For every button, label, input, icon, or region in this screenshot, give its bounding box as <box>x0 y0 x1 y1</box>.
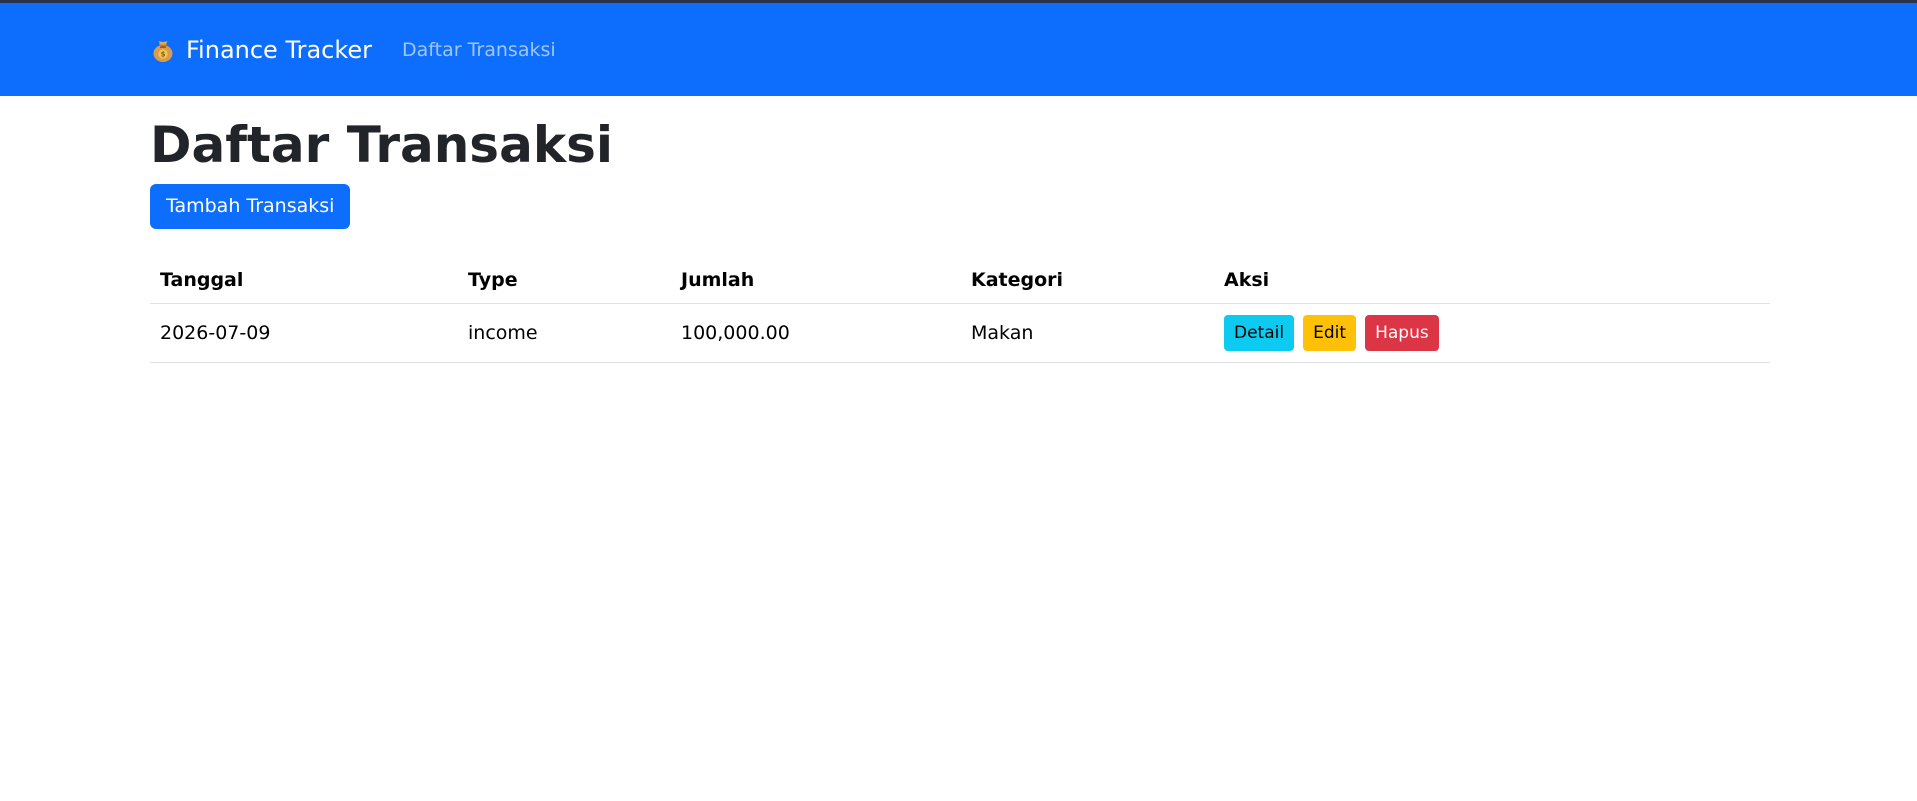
brand-label: Finance Tracker <box>186 35 373 64</box>
transactions-table: Tanggal Type Jumlah Kategori Aksi 2026-0… <box>150 256 1770 363</box>
cell-type: income <box>458 303 671 363</box>
table-header-row: Tanggal Type Jumlah Kategori Aksi <box>150 256 1770 304</box>
header-jumlah: Jumlah <box>671 256 961 304</box>
page-title: Daftar Transaksi <box>150 116 613 174</box>
navbar: $ Finance Tracker Daftar Transaksi <box>0 0 1917 96</box>
add-transaction-button[interactable]: Tambah Transaksi <box>150 184 351 229</box>
delete-button[interactable]: Hapus <box>1365 314 1439 351</box>
header-type: Type <box>458 256 671 304</box>
main-container: Daftar Transaksi Tambah Transaksi Tangga… <box>0 96 1917 363</box>
cell-kategori: Makan <box>961 303 1214 363</box>
edit-button[interactable]: Edit <box>1303 314 1357 351</box>
detail-button[interactable]: Detail <box>1224 314 1295 351</box>
svg-text:$: $ <box>161 50 166 58</box>
header-kategori: Kategori <box>961 256 1214 304</box>
cell-aksi: Detail Edit Hapus <box>1214 303 1770 363</box>
header-aksi: Aksi <box>1214 256 1770 304</box>
brand-link[interactable]: $ Finance Tracker <box>150 36 372 64</box>
nav-link-daftar-transaksi[interactable]: Daftar Transaksi <box>402 39 556 61</box>
table-body: 2026-07-09 income 100,000.00 Makan Detai… <box>150 303 1770 363</box>
table-header: Tanggal Type Jumlah Kategori Aksi <box>150 256 1770 304</box>
cell-jumlah: 100,000.00 <box>671 303 961 363</box>
table-row: 2026-07-09 income 100,000.00 Makan Detai… <box>150 303 1770 363</box>
cell-tanggal: 2026-07-09 <box>150 303 458 363</box>
header-tanggal: Tanggal <box>150 256 458 304</box>
money-bag-icon: $ <box>150 37 176 63</box>
